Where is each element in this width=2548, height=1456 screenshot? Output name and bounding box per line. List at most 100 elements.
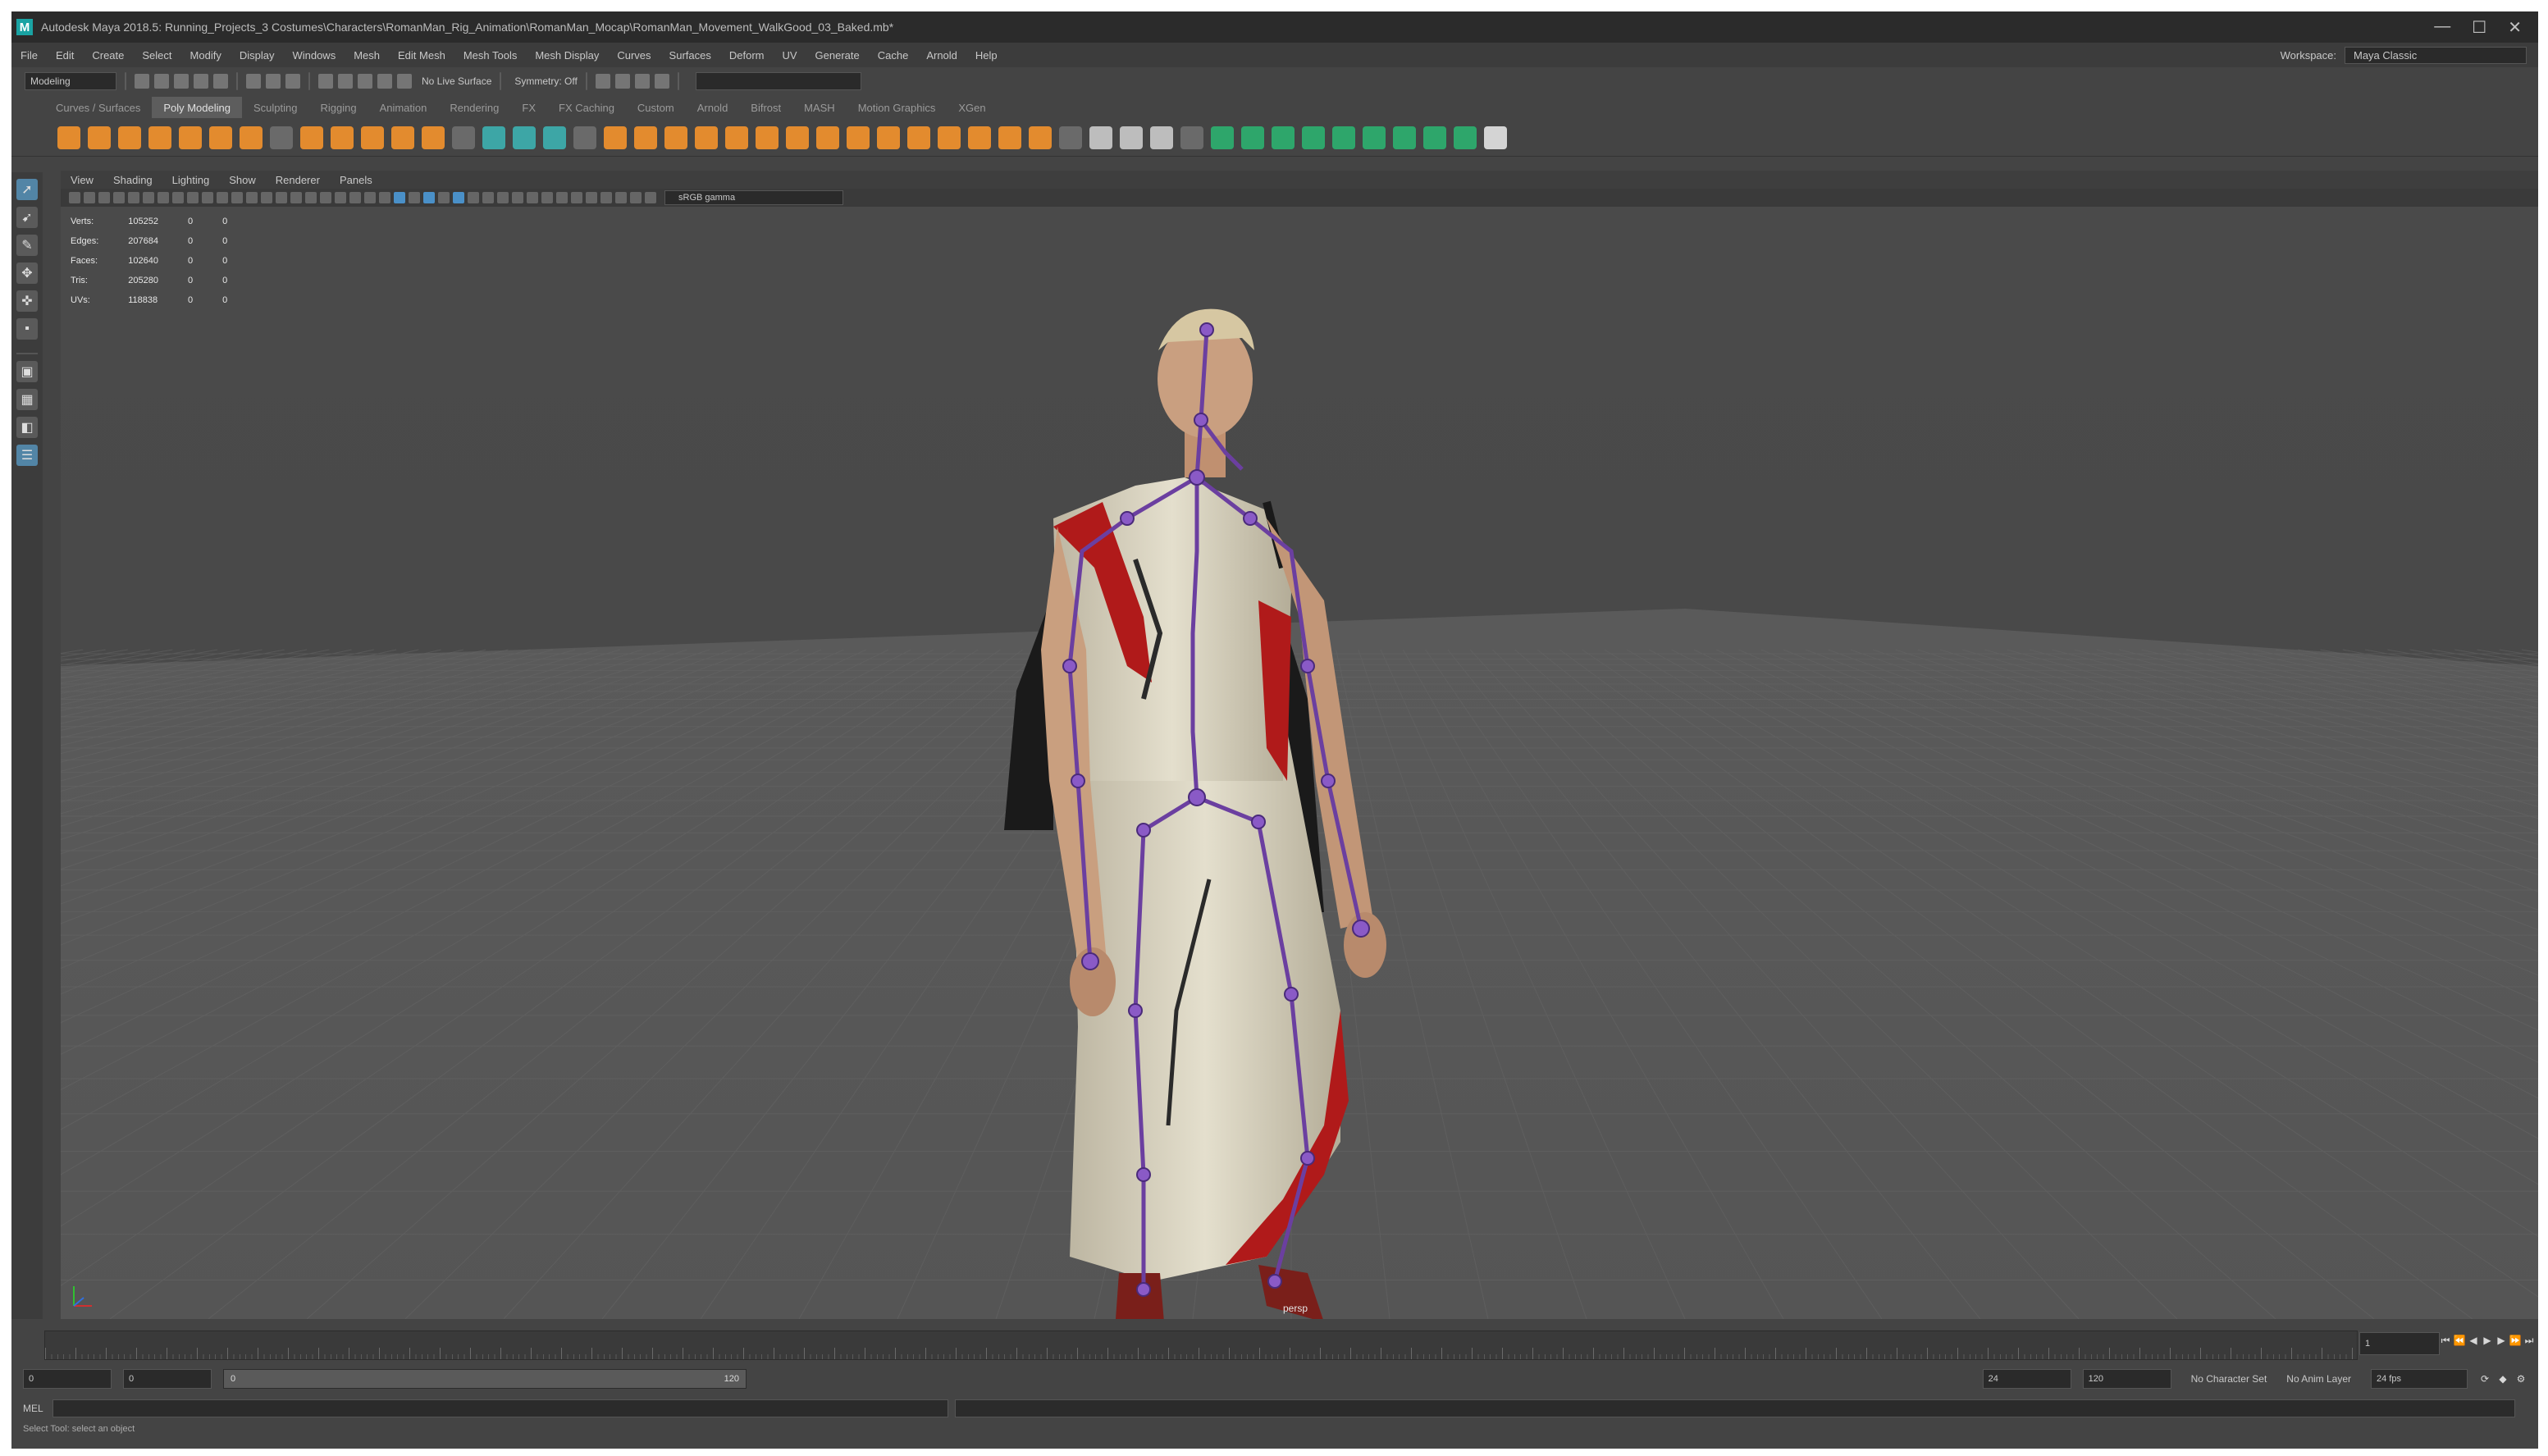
panel-tool-icon[interactable] — [349, 192, 361, 203]
panel-tool-icon[interactable] — [423, 192, 435, 203]
save-scene-icon[interactable] — [174, 74, 189, 89]
panel-tool-icon[interactable] — [630, 192, 642, 203]
panel-tool-icon[interactable] — [497, 192, 509, 203]
shelf-tab-bifrost[interactable]: Bifrost — [739, 97, 792, 118]
scale-tool-icon[interactable]: ▪ — [16, 318, 38, 340]
shelf-tool-icon[interactable] — [877, 126, 900, 149]
menu-generate[interactable]: Generate — [806, 49, 869, 62]
select-tool-icon[interactable]: ➚ — [16, 179, 38, 200]
step-back-key-icon[interactable]: ⏪ — [2454, 1332, 2466, 1349]
panel-tool-icon[interactable] — [84, 192, 95, 203]
shelf-tool-icon[interactable] — [634, 126, 657, 149]
go-to-end-icon[interactable]: ⏭ — [2523, 1332, 2535, 1349]
shelf-tool-icon[interactable] — [513, 126, 536, 149]
loop-icon[interactable]: ⟳ — [2479, 1371, 2491, 1387]
panel-tool-icon[interactable] — [217, 192, 228, 203]
shelf-tool-icon[interactable] — [300, 126, 323, 149]
shelf-tool-icon[interactable] — [543, 126, 566, 149]
shelf-tool-icon[interactable] — [1241, 126, 1264, 149]
command-input[interactable] — [53, 1399, 948, 1417]
menu-mesh[interactable]: Mesh — [345, 49, 389, 62]
panel-tool-icon[interactable] — [276, 192, 287, 203]
menu-mesh-tools[interactable]: Mesh Tools — [454, 49, 527, 62]
snap-curve-icon[interactable] — [338, 74, 353, 89]
shelf-tool-icon[interactable] — [1484, 126, 1507, 149]
menu-create[interactable]: Create — [83, 49, 133, 62]
script-language-toggle[interactable]: MEL — [23, 1403, 46, 1414]
panel-tool-icon[interactable] — [571, 192, 582, 203]
minimize-button[interactable]: — — [2434, 17, 2450, 38]
panel-tool-icon[interactable] — [305, 192, 317, 203]
panel-menu-lighting[interactable]: Lighting — [162, 174, 220, 186]
step-forward-frame-icon[interactable]: ▶ — [2495, 1332, 2507, 1349]
panel-tool-icon[interactable] — [615, 192, 627, 203]
shelf-tool-icon[interactable] — [1029, 126, 1052, 149]
shelf-tool-icon[interactable] — [664, 126, 687, 149]
auto-key-icon[interactable]: ◆ — [2497, 1371, 2509, 1387]
select-component-icon[interactable] — [285, 74, 300, 89]
shelf-tab-custom[interactable]: Custom — [626, 97, 686, 118]
shelf-tool-icon[interactable] — [209, 126, 232, 149]
menu-cache[interactable]: Cache — [869, 49, 918, 62]
menu-windows[interactable]: Windows — [283, 49, 345, 62]
panel-menu-renderer[interactable]: Renderer — [266, 174, 330, 186]
panel-tool-icon[interactable] — [128, 192, 139, 203]
shelf-tab-rigging[interactable]: Rigging — [308, 97, 368, 118]
render-icon[interactable] — [595, 74, 610, 89]
move-tool-icon[interactable]: ✥ — [16, 262, 38, 284]
animation-start-field[interactable]: 0 — [23, 1369, 112, 1389]
panel-tool-icon[interactable] — [600, 192, 612, 203]
shelf-tool-icon[interactable] — [1454, 126, 1477, 149]
shelf-tool-icon[interactable] — [816, 126, 839, 149]
panel-tool-icon[interactable] — [394, 192, 405, 203]
menu-help[interactable]: Help — [966, 49, 1007, 62]
shelf-tab-arnold[interactable]: Arnold — [686, 97, 740, 118]
shelf-tool-icon[interactable] — [240, 126, 263, 149]
shelf-tool-icon[interactable] — [573, 126, 596, 149]
panel-menu-shading[interactable]: Shading — [103, 174, 162, 186]
animation-end-field[interactable]: 120 — [2082, 1369, 2171, 1389]
panel-tool-icon[interactable] — [586, 192, 597, 203]
hypershade-icon[interactable] — [654, 74, 669, 89]
redo-icon[interactable] — [213, 74, 228, 89]
panel-tool-icon[interactable] — [113, 192, 125, 203]
symmetry-label[interactable]: Symmetry: Off — [514, 75, 577, 87]
menu-deform[interactable]: Deform — [720, 49, 774, 62]
shelf-tab-curves-surfaces[interactable]: Curves / Surfaces — [44, 97, 152, 118]
rotate-tool-icon[interactable]: ✜ — [16, 290, 38, 312]
shelf-tool-icon[interactable] — [998, 126, 1021, 149]
panel-tool-icon[interactable] — [143, 192, 154, 203]
shelf-tool-icon[interactable] — [331, 126, 354, 149]
shelf-tool-icon[interactable] — [179, 126, 202, 149]
color-space-field[interactable]: sRGB gamma — [664, 190, 843, 205]
shelf-tool-icon[interactable] — [1089, 126, 1112, 149]
panel-tool-icon[interactable] — [69, 192, 80, 203]
menu-mesh-display[interactable]: Mesh Display — [526, 49, 608, 62]
menu-edit-mesh[interactable]: Edit Mesh — [389, 49, 454, 62]
character-set-dropdown[interactable]: No Character Set — [2191, 1373, 2267, 1385]
shelf-tab-rendering[interactable]: Rendering — [438, 97, 510, 118]
panel-tool-icon[interactable] — [158, 192, 169, 203]
shelf-tab-mash[interactable]: MASH — [792, 97, 847, 118]
shelf-tool-icon[interactable] — [847, 126, 870, 149]
menu-set-dropdown[interactable]: Modeling — [25, 72, 116, 90]
panel-tool-icon[interactable] — [231, 192, 243, 203]
snap-view-icon[interactable] — [377, 74, 392, 89]
paint-select-icon[interactable]: ✎ — [16, 235, 38, 256]
panel-tool-icon[interactable] — [527, 192, 538, 203]
menu-select[interactable]: Select — [133, 49, 180, 62]
outliner-layout-icon[interactable]: ☰ — [16, 445, 38, 466]
shelf-tool-icon[interactable] — [1150, 126, 1173, 149]
menu-display[interactable]: Display — [231, 49, 284, 62]
shelf-tab-animation[interactable]: Animation — [368, 97, 439, 118]
shelf-tool-icon[interactable] — [1120, 126, 1143, 149]
shelf-tool-icon[interactable] — [1363, 126, 1386, 149]
shelf-tool-icon[interactable] — [907, 126, 930, 149]
shelf-tool-icon[interactable] — [1180, 126, 1203, 149]
shelf-tool-icon[interactable] — [695, 126, 718, 149]
panel-tool-icon[interactable] — [246, 192, 258, 203]
make-live-icon[interactable] — [397, 74, 412, 89]
anim-layer-dropdown[interactable]: No Anim Layer — [2286, 1373, 2351, 1385]
panel-tool-icon[interactable] — [202, 192, 213, 203]
shelf-tool-icon[interactable] — [1393, 126, 1416, 149]
